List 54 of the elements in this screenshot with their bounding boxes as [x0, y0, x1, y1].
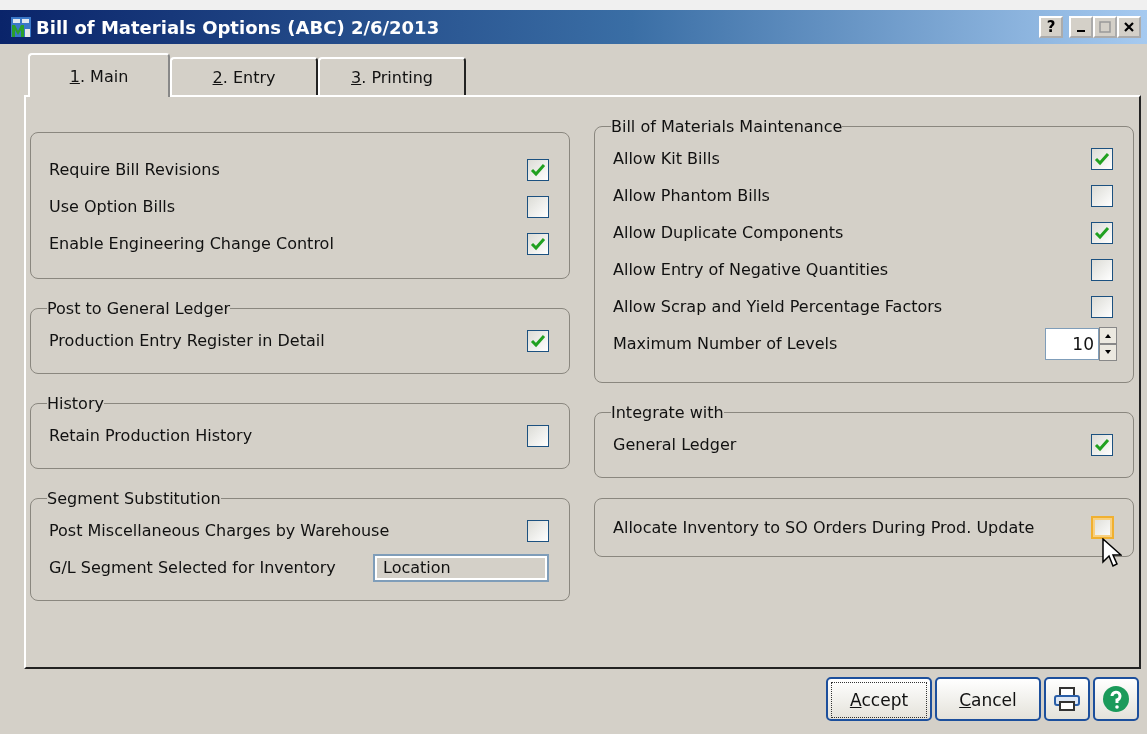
help-icon	[1102, 685, 1130, 713]
number-field[interactable]: 10	[1045, 327, 1099, 360]
option-label: G/L Segment Selected for Inventory	[49, 558, 336, 577]
option-label: Allow Scrap and Yield Percentage Factors	[613, 297, 943, 316]
dialog-button[interactable]: Cancel	[935, 677, 1041, 721]
tab[interactable]: 2. Entry	[170, 57, 318, 95]
option-label: Post Miscellaneous Charges by Warehouse	[49, 521, 390, 540]
mouse-pointer-icon	[1102, 538, 1122, 568]
spinner-arrows[interactable]	[1099, 326, 1117, 361]
minimize-icon	[1077, 30, 1085, 32]
checkbox[interactable]	[527, 519, 549, 542]
option-label: Production Entry Register in Detail	[49, 331, 325, 350]
tab[interactable]: 1. Main	[28, 53, 170, 97]
option-label: Allow Phantom Bills	[613, 186, 770, 205]
checkbox[interactable]	[1091, 184, 1113, 207]
checkbox[interactable]	[1091, 516, 1113, 539]
input-field[interactable]: Location	[373, 553, 549, 582]
minimize-button[interactable]	[1069, 16, 1093, 38]
group-title: Integrate with	[611, 403, 724, 422]
option-label: Allow Duplicate Components	[613, 223, 844, 242]
option-label: Allow Entry of Negative Quantities	[613, 260, 889, 279]
maximize-icon	[1099, 21, 1111, 33]
option-label: Use Option Bills	[49, 197, 176, 216]
option-label: Allow Kit Bills	[613, 149, 720, 168]
checkbox[interactable]	[1091, 295, 1113, 318]
tab[interactable]: 3. Printing	[318, 57, 466, 95]
checkbox[interactable]	[1091, 433, 1113, 456]
checkbox[interactable]	[1091, 147, 1113, 170]
option-label: Require Bill Revisions	[49, 160, 220, 179]
help-button[interactable]: ?	[1039, 16, 1063, 38]
checkbox[interactable]	[527, 158, 549, 181]
option-label: Enable Engineering Change Control	[49, 234, 334, 253]
checkbox[interactable]	[527, 195, 549, 218]
checkbox[interactable]	[527, 329, 549, 352]
help-button[interactable]	[1093, 677, 1139, 721]
checkbox[interactable]	[1091, 221, 1113, 244]
checkbox[interactable]	[527, 232, 549, 255]
option-label: Retain Production History	[49, 426, 253, 445]
checkbox[interactable]	[527, 424, 549, 447]
option-label: Maximum Number of Levels	[613, 334, 838, 353]
printer-icon	[1053, 686, 1081, 712]
option-label: General Ledger	[613, 435, 737, 454]
group-title: Segment Substitution	[47, 489, 221, 508]
option-label: Allocate Inventory to SO Orders During Prod. Update	[613, 518, 1035, 537]
group-title: Post to General Ledger	[47, 299, 231, 318]
checkbox[interactable]	[1091, 258, 1113, 281]
close-button[interactable]	[1117, 16, 1141, 38]
dialog-button[interactable]: Accept	[826, 677, 932, 721]
print-button[interactable]	[1044, 677, 1090, 721]
group-title: History	[47, 394, 104, 413]
window-title: Bill of Materials Options (ABC) 2/6/2013	[36, 16, 440, 38]
close-icon	[1123, 21, 1135, 33]
app-icon	[10, 16, 32, 38]
group-title: Bill of Materials Maintenance	[611, 117, 843, 136]
